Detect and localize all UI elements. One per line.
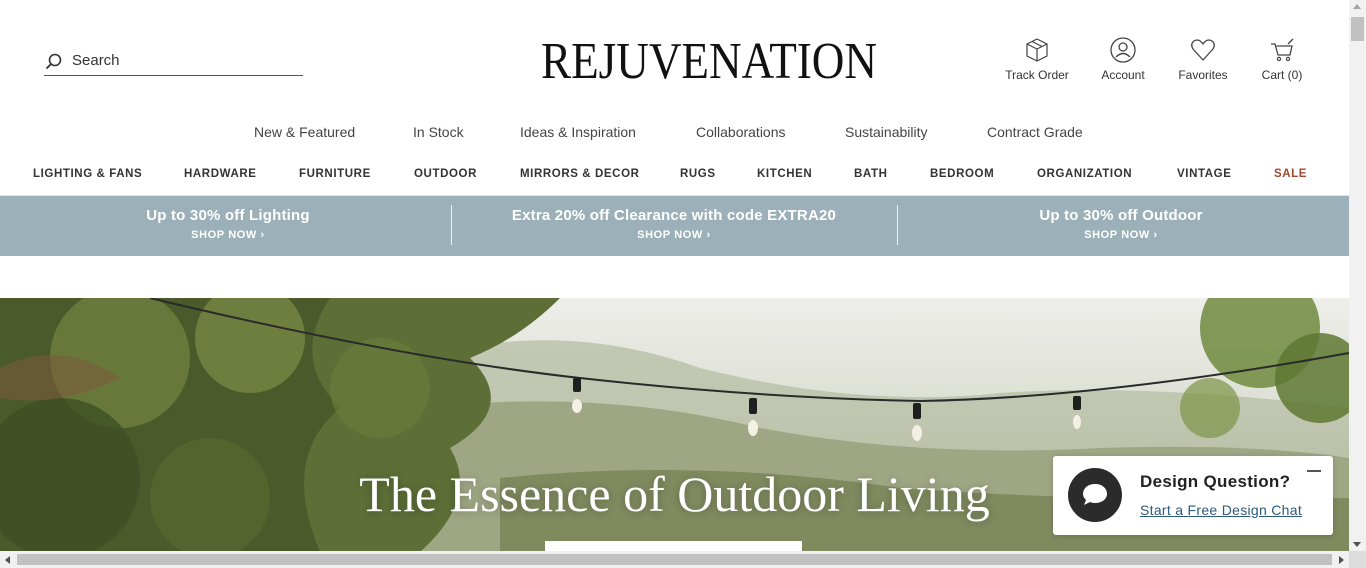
site-header: REJUVENATION Track Order Account Favorit… [0,0,1349,196]
track-order-link[interactable]: Track Order [1002,36,1072,82]
cart-label: Cart (0) [1261,68,1303,82]
subnav-collaborations[interactable]: Collaborations [696,124,786,140]
promo-clearance[interactable]: Extra 20% off Clearance with code EXTRA2… [449,196,899,256]
user-icon [1110,37,1136,63]
cart-icon [1271,38,1294,62]
favorites-link[interactable]: Favorites [1175,36,1231,82]
promo-shop-now[interactable]: SHOP NOW › [896,229,1346,241]
track-order-label: Track Order [1005,68,1069,82]
nav-outdoor[interactable]: OUTDOOR [414,168,477,180]
subnav-contract-grade[interactable]: Contract Grade [987,124,1083,140]
nav-sale[interactable]: SALE [1274,168,1307,180]
scroll-right-icon[interactable] [1339,556,1344,564]
design-chat-widget[interactable]: Design Question? Start a Free Design Cha… [1053,456,1333,535]
promo-title: Up to 30% off Outdoor [1039,207,1203,224]
scroll-left-icon[interactable] [5,556,10,564]
logo[interactable]: REJUVENATION [538,30,880,84]
scroll-up-icon[interactable] [1353,4,1361,9]
nav-rugs[interactable]: RUGS [680,168,716,180]
heart-icon [1191,39,1215,61]
nav-vintage[interactable]: VINTAGE [1177,168,1231,180]
nav-lighting-fans[interactable]: LIGHTING & FANS [33,168,142,180]
promo-title: Extra 20% off Clearance with code EXTRA2… [511,207,837,224]
scroll-down-icon[interactable] [1353,542,1361,547]
subnav-ideas-inspiration[interactable]: Ideas & Inspiration [520,124,636,140]
nav-furniture[interactable]: FURNITURE [299,168,371,180]
nav-kitchen[interactable]: KITCHEN [757,168,812,180]
nav-bath[interactable]: BATH [854,168,888,180]
secondary-nav: New & Featured In Stock Ideas & Inspirat… [0,124,1349,142]
vertical-scroll-thumb[interactable] [1351,17,1364,41]
search-icon [46,53,62,69]
subnav-sustainability[interactable]: Sustainability [845,124,928,140]
nav-bedroom[interactable]: BEDROOM [930,168,994,180]
scrollbar-corner [1349,551,1366,568]
minimize-icon[interactable] [1307,464,1321,478]
search-input[interactable] [72,52,292,69]
primary-nav: LIGHTING & FANS HARDWARE FURNITURE OUTDO… [0,168,1349,184]
account-label: Account [1101,68,1145,82]
subnav-new-featured[interactable]: New & Featured [254,124,355,140]
nav-mirrors-decor[interactable]: MIRRORS & DECOR [520,168,640,180]
nav-hardware[interactable]: HARDWARE [184,168,257,180]
horizontal-scroll-thumb[interactable] [17,554,1332,565]
promo-shop-now[interactable]: SHOP NOW › [449,229,899,241]
chat-title: Design Question? [1140,472,1291,491]
logo-text: REJUVENATION [541,33,877,84]
promo-lighting[interactable]: Up to 30% off Lighting SHOP NOW › [3,196,453,256]
promo-banner: Up to 30% off Lighting SHOP NOW › Extra … [0,196,1349,256]
start-design-chat-link[interactable]: Start a Free Design Chat [1140,502,1302,518]
chat-bubble-icon[interactable] [1068,468,1122,522]
nav-organization[interactable]: ORGANIZATION [1037,168,1132,180]
account-link[interactable]: Account [1096,36,1150,82]
promo-outdoor[interactable]: Up to 30% off Outdoor SHOP NOW › [896,196,1346,256]
box-icon [1026,38,1048,62]
promo-title: Up to 30% off Lighting [146,207,310,224]
cart-link[interactable]: Cart (0) [1255,36,1309,82]
horizontal-scrollbar[interactable] [0,551,1349,568]
promo-shop-now[interactable]: SHOP NOW › [3,229,453,241]
search-bar[interactable] [44,46,303,76]
subnav-in-stock[interactable]: In Stock [413,124,464,140]
vertical-scrollbar[interactable] [1349,0,1366,551]
favorites-label: Favorites [1178,68,1228,82]
